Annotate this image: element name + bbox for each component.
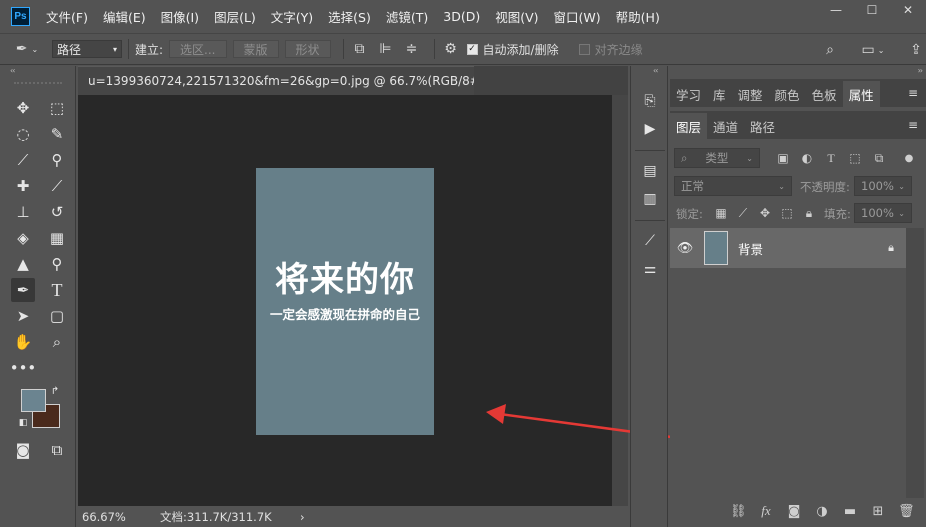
chevron-down-icon: ⌄ bbox=[778, 181, 785, 191]
fill-label: 填充: bbox=[824, 207, 851, 221]
adjustment-layer-icon[interactable]: ◑ bbox=[814, 504, 830, 519]
lock-transparent-icon[interactable]: ▦ bbox=[712, 204, 730, 222]
layer-tab-row: 图层 通道 路径 ≡ bbox=[670, 111, 926, 139]
expand-arrows-icon[interactable]: ›› bbox=[908, 66, 923, 78]
layer-row[interactable]: 👁︎ 背景 🔒︎ bbox=[670, 228, 906, 268]
chevron-down-icon: ⌄ bbox=[746, 153, 753, 163]
new-group-icon[interactable]: ▬ bbox=[842, 504, 858, 519]
opacity-label: 不透明度: bbox=[800, 180, 850, 194]
fill-field[interactable]: 100% ⌄ bbox=[854, 203, 912, 223]
eye-icon[interactable]: 👁︎ bbox=[670, 241, 700, 256]
panel-menu-icon[interactable]: ≡ bbox=[908, 118, 918, 132]
brush-settings-icon[interactable]: ⟋ bbox=[639, 230, 661, 252]
tab-channels[interactable]: 通道 bbox=[707, 113, 744, 139]
new-layer-icon[interactable]: ⊞ bbox=[870, 504, 886, 519]
lock-all-icon[interactable]: 🔒︎ bbox=[800, 204, 818, 222]
layer-name[interactable]: 背景 bbox=[738, 239, 888, 258]
annotation-arrow-head bbox=[486, 404, 506, 424]
layers-scrollbar[interactable] bbox=[906, 228, 924, 498]
filter-smart-object-icon[interactable]: ⧉ bbox=[870, 149, 888, 167]
document-size: 文档:311.7K/311.7K bbox=[160, 509, 272, 524]
filter-pixel-icon[interactable]: ▣ bbox=[774, 149, 792, 167]
status-bar: 66.67% 文档:311.7K/311.7K › bbox=[78, 506, 628, 527]
layers-footer: ⛓ fx ◙ ◑ ▬ ⊞ 🗑︎ bbox=[670, 496, 926, 526]
layer-style-icon[interactable]: fx bbox=[758, 503, 774, 519]
info-panel-icon[interactable]: ▤ bbox=[639, 160, 661, 182]
tab-swatches[interactable]: 色板 bbox=[806, 81, 843, 107]
panel-icon-strip: ‹‹ ⎘ ▶ ▤ ▥ ⟋ ⚌ bbox=[630, 66, 668, 527]
actions-panel-icon[interactable]: ▶ bbox=[639, 118, 661, 140]
opacity-field[interactable]: 100% ⌄ bbox=[854, 176, 912, 196]
top-tab-row: 学习 库 调整 颜色 色板 属性 ≡ bbox=[670, 79, 926, 107]
collapse-arrows-icon[interactable]: ‹‹ bbox=[631, 66, 667, 78]
lock-artboard-icon[interactable]: ⬚ bbox=[778, 204, 796, 222]
history-panel-icon[interactable]: ⎘ bbox=[639, 90, 661, 112]
lock-position-icon[interactable]: ✥ bbox=[756, 204, 774, 222]
layer-filter-value: 类型 bbox=[705, 151, 729, 165]
opacity-value: 100% bbox=[861, 179, 894, 193]
filter-type-icon[interactable]: T bbox=[822, 149, 840, 167]
tab-paths[interactable]: 路径 bbox=[744, 113, 781, 139]
blend-mode-select[interactable]: 正常 ⌄ bbox=[674, 176, 792, 196]
fill-value: 100% bbox=[861, 206, 894, 220]
lock-icon[interactable]: 🔒︎ bbox=[888, 241, 894, 255]
blend-mode-value: 正常 bbox=[681, 179, 704, 193]
divider bbox=[635, 220, 665, 221]
right-panel: ›› 学习 库 调整 颜色 色板 属性 ≡ 图层 通道 路径 ≡ ⌕ 类型 ⌄ … bbox=[670, 66, 926, 527]
delete-layer-icon[interactable]: 🗑︎ bbox=[898, 504, 915, 519]
filter-adjustment-icon[interactable]: ◐ bbox=[798, 149, 816, 167]
tab-properties[interactable]: 属性 bbox=[842, 81, 880, 107]
chevron-down-icon: ⌄ bbox=[898, 208, 905, 218]
filter-toggle-icon[interactable]: ● bbox=[900, 149, 918, 167]
link-layers-icon[interactable]: ⛓ bbox=[730, 504, 747, 519]
tab-adjustments[interactable]: 调整 bbox=[732, 81, 769, 107]
divider bbox=[635, 150, 665, 151]
chevron-down-icon: ⌄ bbox=[898, 181, 905, 191]
zoom-level[interactable]: 66.67% bbox=[78, 510, 146, 524]
adjustments-sliders-icon[interactable]: ⚌ bbox=[639, 258, 661, 280]
search-icon: ⌕ bbox=[681, 150, 688, 165]
tab-libraries[interactable]: 库 bbox=[707, 81, 732, 107]
layer-thumbnail bbox=[704, 231, 728, 265]
lock-image-icon[interactable]: ⟋ bbox=[734, 204, 752, 222]
filter-shape-icon[interactable]: ⬚ bbox=[846, 149, 864, 167]
notes-panel-icon[interactable]: ▥ bbox=[639, 188, 661, 210]
status-menu-arrow[interactable]: › bbox=[300, 510, 305, 524]
tab-learn[interactable]: 学习 bbox=[670, 81, 707, 107]
panel-menu-icon[interactable]: ≡ bbox=[908, 86, 918, 100]
add-mask-icon[interactable]: ◙ bbox=[786, 504, 802, 519]
tab-layers[interactable]: 图层 bbox=[670, 113, 708, 139]
layer-filter-select[interactable]: ⌕ 类型 ⌄ bbox=[674, 148, 760, 168]
lock-label: 锁定: bbox=[676, 207, 703, 221]
tab-color[interactable]: 颜色 bbox=[769, 81, 806, 107]
